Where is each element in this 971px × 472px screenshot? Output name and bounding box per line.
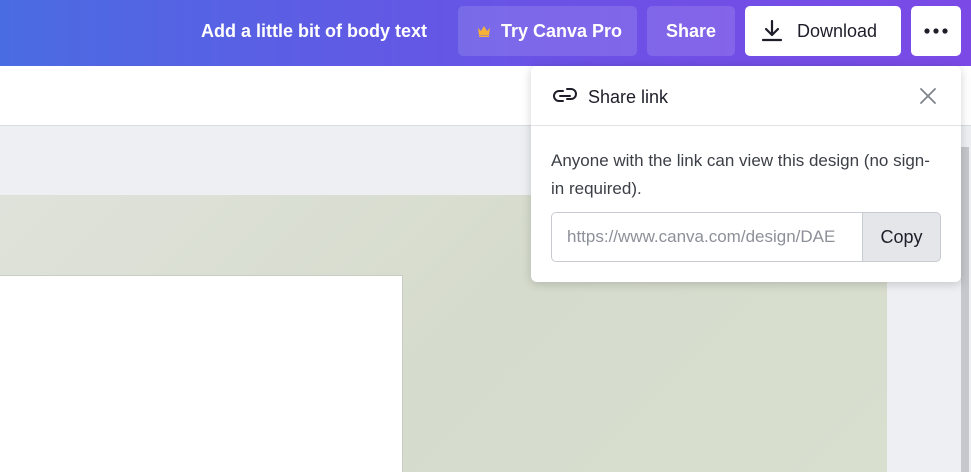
copy-label: Copy (880, 226, 923, 247)
share-link-popover: Share link Anyone with the link can view… (531, 66, 961, 282)
document-title[interactable]: Add a little bit of body text (201, 20, 427, 42)
popover-header: Share link (531, 66, 961, 126)
crown-icon (478, 26, 490, 37)
try-canva-pro-label: Try Canva Pro (501, 20, 623, 41)
close-icon[interactable] (918, 86, 938, 106)
share-label: Share (665, 20, 717, 41)
download-icon (761, 19, 783, 42)
try-canva-pro-button[interactable]: Try Canva Pro (458, 6, 637, 56)
more-horizontal-icon (924, 28, 948, 34)
download-button[interactable]: Download (745, 6, 901, 56)
copy-button[interactable]: Copy (862, 212, 941, 262)
share-url-input[interactable] (551, 212, 863, 262)
vertical-scrollbar[interactable] (961, 147, 969, 472)
share-button[interactable]: Share (647, 6, 735, 56)
more-options-button[interactable] (911, 6, 961, 56)
download-label: Download (797, 20, 878, 41)
popover-title: Share link (588, 87, 669, 107)
top-bar: Add a little bit of body text Try Canva … (0, 0, 971, 66)
share-description: Anyone with the link can view this desig… (551, 151, 930, 198)
design-page[interactable] (0, 275, 403, 472)
link-icon (553, 88, 577, 102)
